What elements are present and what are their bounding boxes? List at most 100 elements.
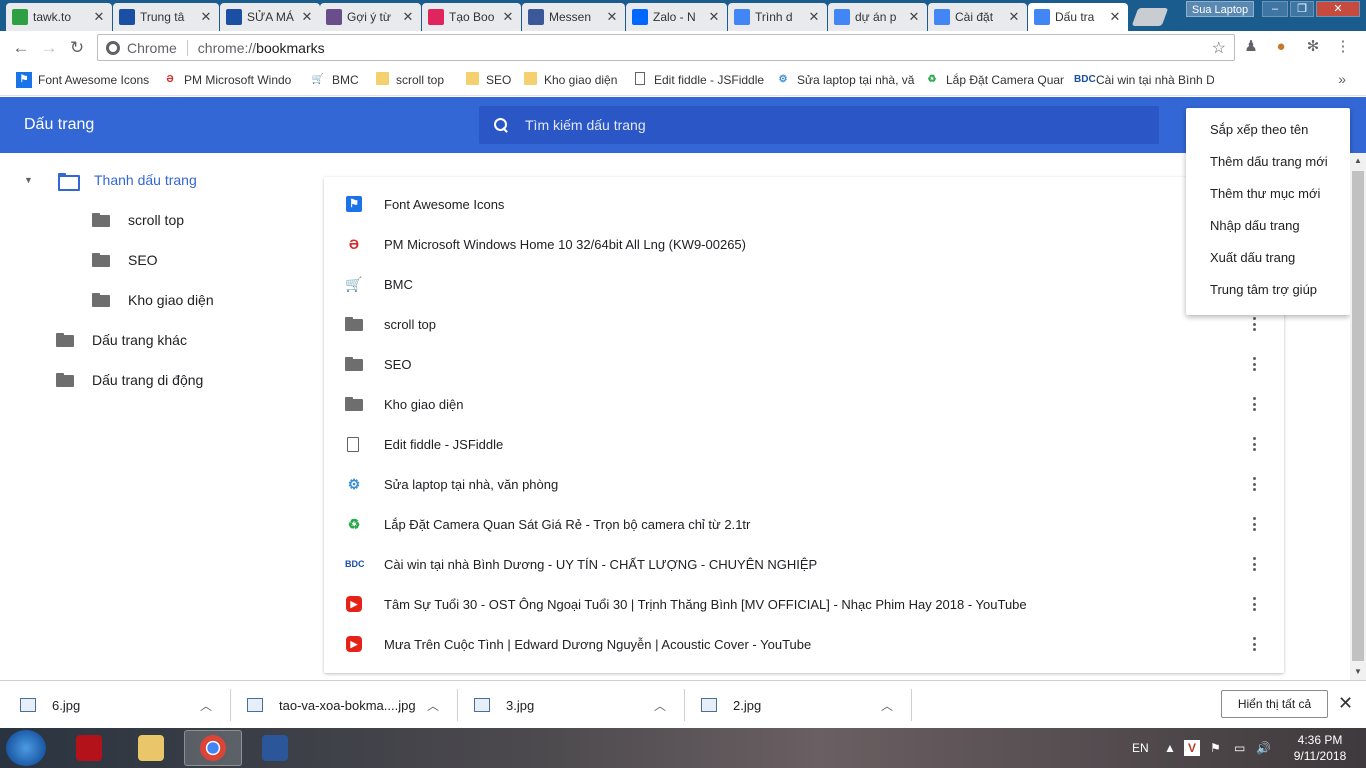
bookmark-bar-overflow-icon[interactable]: » <box>1338 71 1346 87</box>
network-icon[interactable]: ▭ <box>1234 728 1245 768</box>
bookmark-star-icon[interactable]: ☆ <box>1212 38 1226 58</box>
chevron-up-icon[interactable]: ︿ <box>427 697 439 714</box>
bookmark-bar-item[interactable]: Edit fiddle - JSFiddle <box>632 71 768 89</box>
tab-close-icon[interactable]: ✕ <box>807 9 821 25</box>
tab-close-icon[interactable]: ✕ <box>605 9 619 25</box>
system-clock[interactable]: 4:36 PM 9/11/2018 <box>1280 732 1360 764</box>
tree-item-mobile-bookmarks[interactable]: Dấu trang di động <box>56 360 203 400</box>
chevron-up-icon[interactable]: ︿ <box>881 697 893 714</box>
bookmark-row[interactable]: BDC Cài win tại nhà Bình Dương - UY TÍN -… <box>324 544 1284 584</box>
tab-close-icon[interactable]: ✕ <box>401 9 415 25</box>
tab-close-icon[interactable]: ✕ <box>1007 9 1021 25</box>
chrome-menu-icon[interactable]: ⋮ <box>1334 38 1352 56</box>
menu-item-import-bookmarks[interactable]: Nhập dấu trang <box>1186 210 1350 242</box>
tab-10[interactable]: Cài đặt ✕ <box>928 3 1027 31</box>
more-actions-icon[interactable] <box>1248 354 1260 374</box>
bookmark-bar-item[interactable]: Kho giao diện <box>522 71 626 89</box>
more-actions-icon[interactable] <box>1248 634 1260 654</box>
extension-spy-icon[interactable]: ♟ <box>1242 38 1260 56</box>
search-input[interactable] <box>525 117 1125 133</box>
language-indicator[interactable]: EN <box>1132 728 1149 768</box>
chevron-up-icon[interactable]: ︿ <box>200 697 212 714</box>
tab-1[interactable]: tawk.to ✕ <box>6 3 112 31</box>
tab-close-icon[interactable]: ✕ <box>501 9 515 25</box>
bookmark-row[interactable]: Edit fiddle - JSFiddle <box>324 424 1284 464</box>
tab-close-icon[interactable]: ✕ <box>92 9 106 25</box>
tab-9[interactable]: dự án p ✕ <box>828 3 927 31</box>
scrollbar-thumb[interactable] <box>1352 171 1364 661</box>
menu-item-help-center[interactable]: Trung tâm trợ giúp <box>1186 274 1350 306</box>
tab-close-icon[interactable]: ✕ <box>300 9 314 25</box>
tab-close-icon[interactable]: ✕ <box>907 9 921 25</box>
tab-11[interactable]: Dấu tra ✕ <box>1028 3 1128 31</box>
profile-name-button[interactable]: Sua Laptop <box>1186 1 1254 17</box>
bookmark-bar-item[interactable]: ♻ Lắp Đặt Camera Quan <box>924 71 1064 89</box>
page-scrollbar[interactable]: ▲ ▼ <box>1350 153 1366 680</box>
more-actions-icon[interactable] <box>1248 394 1260 414</box>
tree-item-seo[interactable]: SEO <box>92 240 158 280</box>
minimize-button[interactable]: – <box>1262 1 1288 17</box>
taskbar-app-chrome[interactable] <box>184 730 242 766</box>
tab-2[interactable]: Trung tâ ✕ <box>113 3 219 31</box>
tab-5[interactable]: Tạo Boo ✕ <box>422 3 521 31</box>
more-actions-icon[interactable] <box>1248 434 1260 454</box>
bookmark-row[interactable]: ▶ Tâm Sự Tuổi 30 - OST Ông Ngoại Tuổi 30 … <box>324 584 1284 624</box>
bookmark-row[interactable]: ⚙ Sửa laptop tại nhà, văn phòng <box>324 464 1284 504</box>
close-icon[interactable]: ✕ <box>1338 693 1353 714</box>
menu-item-add-folder[interactable]: Thêm thư mục mới <box>1186 178 1350 210</box>
more-actions-icon[interactable] <box>1248 474 1260 494</box>
new-tab-button[interactable] <box>1131 8 1169 26</box>
bookmark-row[interactable]: Kho giao diện <box>324 384 1284 424</box>
more-actions-icon[interactable] <box>1248 554 1260 574</box>
more-actions-icon[interactable] <box>1248 314 1260 334</box>
bookmark-row[interactable]: 🛒 BMC <box>324 264 1284 304</box>
menu-item-export-bookmarks[interactable]: Xuất dấu trang <box>1186 242 1350 274</box>
tree-item-kho-giao-dien[interactable]: Kho giao diện <box>92 280 214 320</box>
scroll-up-arrow-icon[interactable]: ▲ <box>1350 153 1366 169</box>
more-actions-icon[interactable] <box>1248 514 1260 534</box>
taskbar-app-explorer[interactable] <box>122 730 180 766</box>
omnibox[interactable]: Chrome chrome://bookmarks ☆ <box>97 34 1235 61</box>
bookmark-bar-item[interactable]: SEO <box>464 71 514 89</box>
volume-icon[interactable]: 🔊 <box>1256 728 1271 768</box>
tab-close-icon[interactable]: ✕ <box>707 9 721 25</box>
tab-close-icon[interactable]: ✕ <box>1108 9 1122 25</box>
tree-item-bookmarks-bar[interactable]: ▼ Thanh dấu trang <box>24 160 197 200</box>
back-icon[interactable]: ← <box>10 37 32 59</box>
maximize-button[interactable]: ❐ <box>1290 1 1314 17</box>
menu-item-sort-by-name[interactable]: Sắp xếp theo tên <box>1186 114 1350 146</box>
bookmark-bar-item[interactable]: Ə PM Microsoft Windo <box>162 71 302 89</box>
bookmark-row[interactable]: ♻ Lắp Đặt Camera Quan Sát Giá Rẻ - Trọn b… <box>324 504 1284 544</box>
menu-item-add-bookmark[interactable]: Thêm dấu trang mới <box>1186 146 1350 178</box>
download-item[interactable]: 2.jpg <box>701 681 761 729</box>
download-item[interactable]: 6.jpg <box>20 681 80 729</box>
tree-item-other-bookmarks[interactable]: Dấu trang khác <box>56 320 187 360</box>
search-box[interactable] <box>479 106 1159 144</box>
bookmark-bar-item[interactable]: ⚑ Font Awesome Icons <box>16 71 156 89</box>
tab-4[interactable]: Gợi ý từ ✕ <box>320 3 421 31</box>
tab-3[interactable]: SỬA MÁ ✕ <box>220 3 320 31</box>
tree-item-scroll-top[interactable]: scroll top <box>92 200 184 240</box>
bookmark-row[interactable]: ▶ Mưa Trên Cuộc Tình | Edward Dương Nguyễ… <box>324 624 1284 664</box>
extension-cookie-icon[interactable]: ● <box>1272 38 1290 56</box>
tab-8[interactable]: Trình d ✕ <box>728 3 827 31</box>
more-actions-icon[interactable] <box>1248 594 1260 614</box>
omnibox-url[interactable]: chrome://bookmarks <box>198 40 325 56</box>
bookmark-row[interactable]: SEO <box>324 344 1284 384</box>
tab-close-icon[interactable]: ✕ <box>199 9 213 25</box>
scroll-down-arrow-icon[interactable]: ▼ <box>1350 664 1366 680</box>
chevron-up-icon[interactable]: ︿ <box>654 697 666 714</box>
bookmark-row[interactable]: Ə PM Microsoft Windows Home 10 32/64bit A… <box>324 224 1284 264</box>
caret-down-icon[interactable]: ▼ <box>24 175 36 185</box>
tray-app-icon[interactable]: V <box>1184 728 1200 768</box>
bookmark-bar-item[interactable]: BDC Cài win tại nhà Bình D <box>1074 71 1214 89</box>
bookmark-bar-item[interactable]: ⚙ Sửa laptop tại nhà, vă <box>775 71 915 89</box>
forward-icon[interactable]: → <box>38 37 60 59</box>
download-item[interactable]: 3.jpg <box>474 681 534 729</box>
action-center-flag-icon[interactable]: ⚑ <box>1210 728 1221 768</box>
taskbar-app-garena[interactable] <box>60 730 118 766</box>
tab-6[interactable]: Messen ✕ <box>522 3 625 31</box>
start-button[interactable] <box>6 730 46 766</box>
bookmark-row[interactable]: scroll top <box>324 304 1284 344</box>
reload-icon[interactable]: ↻ <box>66 37 88 59</box>
